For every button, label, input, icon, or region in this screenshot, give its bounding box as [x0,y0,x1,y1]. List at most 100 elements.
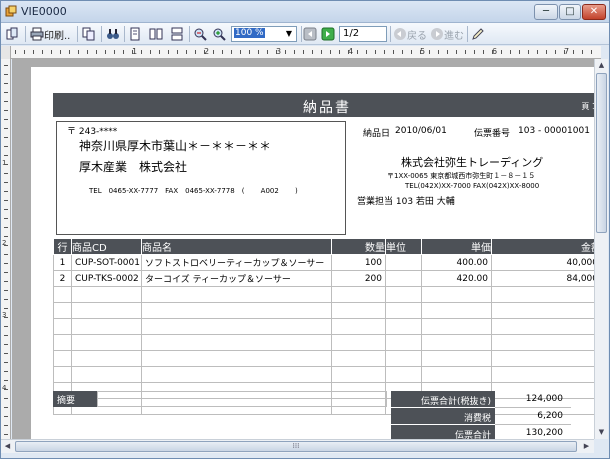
ruler-tick [42,50,43,54]
sales-staff: 営業担当 103 若田 大輔 [357,197,455,207]
ruler-tick [402,50,403,54]
ruler-tick [4,74,8,75]
table-row: 1 CUP-SOT-0001 ソフトストロベリーティーカップ＆ソーサー 100 … [53,254,594,271]
printer-icon [30,27,44,41]
ruler-tick [546,50,547,54]
ruler-tick [4,371,8,372]
annotation-button[interactable] [471,26,485,42]
ruler-tick [4,398,8,399]
customer-contact: TEL 0465-XX-7777 FAX 0465-XX-7778 ( A002… [89,187,298,195]
ruler-tick [123,50,124,54]
multi-page-button[interactable] [149,26,163,42]
forward-button[interactable]: 進む [430,26,464,42]
ruler-tick [393,50,394,54]
ruler-tick [222,50,223,54]
ruler-tick [312,50,313,54]
close-button[interactable]: ✕ [582,4,606,20]
ruler-tick [321,50,322,54]
ruler-tick [4,137,8,138]
title-bar: VIE0000 ─ □ ✕ [1,1,609,23]
ruler-tick [4,209,8,210]
next-page-icon [321,27,335,41]
ruler-tick [33,50,34,54]
ruler-tick [483,50,484,54]
app-icon [5,5,17,17]
single-page-button[interactable] [128,26,142,42]
ruler-tick [4,344,8,345]
forward-arrow-icon [431,28,443,40]
scroll-down-icon[interactable]: ▼ [595,426,608,439]
document-title-bar: 納品書 頁 1 [53,93,594,117]
ruler-tick [4,281,8,282]
single-page-icon [130,27,140,41]
maximize-button[interactable]: □ [559,4,581,20]
ruler-tick [4,389,8,390]
ruler-tick [24,50,25,54]
scroll-right-icon[interactable]: ▶ [580,440,593,453]
vertical-scroll-thumb[interactable] [596,73,607,233]
toolbar: 印刷.. 100 % ▼ 1/2 戻る 進む [1,23,609,45]
slip-number: 103 - 00001001 [518,126,590,136]
pen-icon [472,28,484,40]
col-header-unit: 単位 [385,238,422,255]
zoom-out-button[interactable] [193,26,207,42]
ruler-tick [195,50,196,54]
ruler-tick [276,50,277,54]
window-title: VIE0000 [21,5,67,18]
ruler-tick [60,50,61,54]
ruler-tick [78,50,79,54]
previous-page-button[interactable] [303,26,317,42]
vertical-scrollbar[interactable]: ▲ ▼ [594,59,608,439]
copy-button[interactable] [82,26,96,42]
empty-row [53,350,594,367]
customer-company: 厚木産業 株式会社 [79,160,188,174]
page-number-input[interactable]: 1/2 [339,26,387,42]
previous-page-icon [303,27,317,41]
zoom-select[interactable]: 100 % ▼ [231,26,297,42]
ruler-tick [411,50,412,54]
ruler-tick [4,272,8,273]
ruler-tick [294,50,295,54]
ruler-tick [4,83,8,84]
ruler-tick [168,50,169,54]
find-button[interactable] [106,26,120,42]
chevron-down-icon: ▼ [285,29,293,38]
ruler-tick [186,50,187,54]
ruler-tick [4,353,8,354]
col-header-quantity: 数量 [331,238,386,255]
preview-viewport[interactable]: 納品書 頁 1 〒 243-**** 神奈川県厚木市葉山＊－＊＊－＊＊ 厚木産業… [12,59,594,439]
zoom-out-icon [194,28,207,41]
next-page-button[interactable] [321,26,335,42]
vertical-ruler: 1 2 3 4 [1,59,11,439]
ruler-tick [4,317,8,318]
ruler-tick [132,50,133,54]
ruler-tick [141,50,142,54]
ruler-tick [258,50,259,54]
total-value: 130,200 [495,425,571,439]
ruler-tick [249,50,250,54]
ruler-tick [4,416,8,417]
items-table: 行 商品CD 商品名 数量 単位 単価 金額 1 CUP-SOT-0001 ソフ… [53,238,594,415]
horizontal-scrollbar[interactable]: ◀ ⁞⁞⁞ ▶ [1,439,594,453]
zoom-in-button[interactable] [212,26,226,42]
back-button[interactable]: 戻る [393,26,427,42]
page-setup-button[interactable] [5,26,19,42]
ruler-tick [87,50,88,54]
customer-address-box: 〒 243-**** 神奈川県厚木市葉山＊－＊＊－＊＊ 厚木産業 株式会社 TE… [56,121,346,235]
ruler-tick [177,50,178,54]
ruler-tick [4,65,8,66]
ruler-tick [96,50,97,54]
minimize-button[interactable]: ─ [534,4,558,20]
total-label: 伝票合計 [391,425,495,439]
continuous-page-button[interactable] [170,26,184,42]
horizontal-ruler: 1 2 3 4 5 6 7 [11,46,601,59]
ruler-tick [4,101,8,102]
scroll-up-icon[interactable]: ▲ [595,59,608,72]
print-button[interactable]: 印刷.. [30,26,70,42]
scroll-left-icon[interactable]: ◀ [1,440,14,453]
back-arrow-icon [394,28,406,40]
horizontal-scroll-thumb[interactable]: ⁞⁞⁞ [15,441,577,452]
page-number-label: 頁 1 [581,102,594,111]
zoom-in-icon [213,28,226,41]
ruler-tick [285,50,286,54]
